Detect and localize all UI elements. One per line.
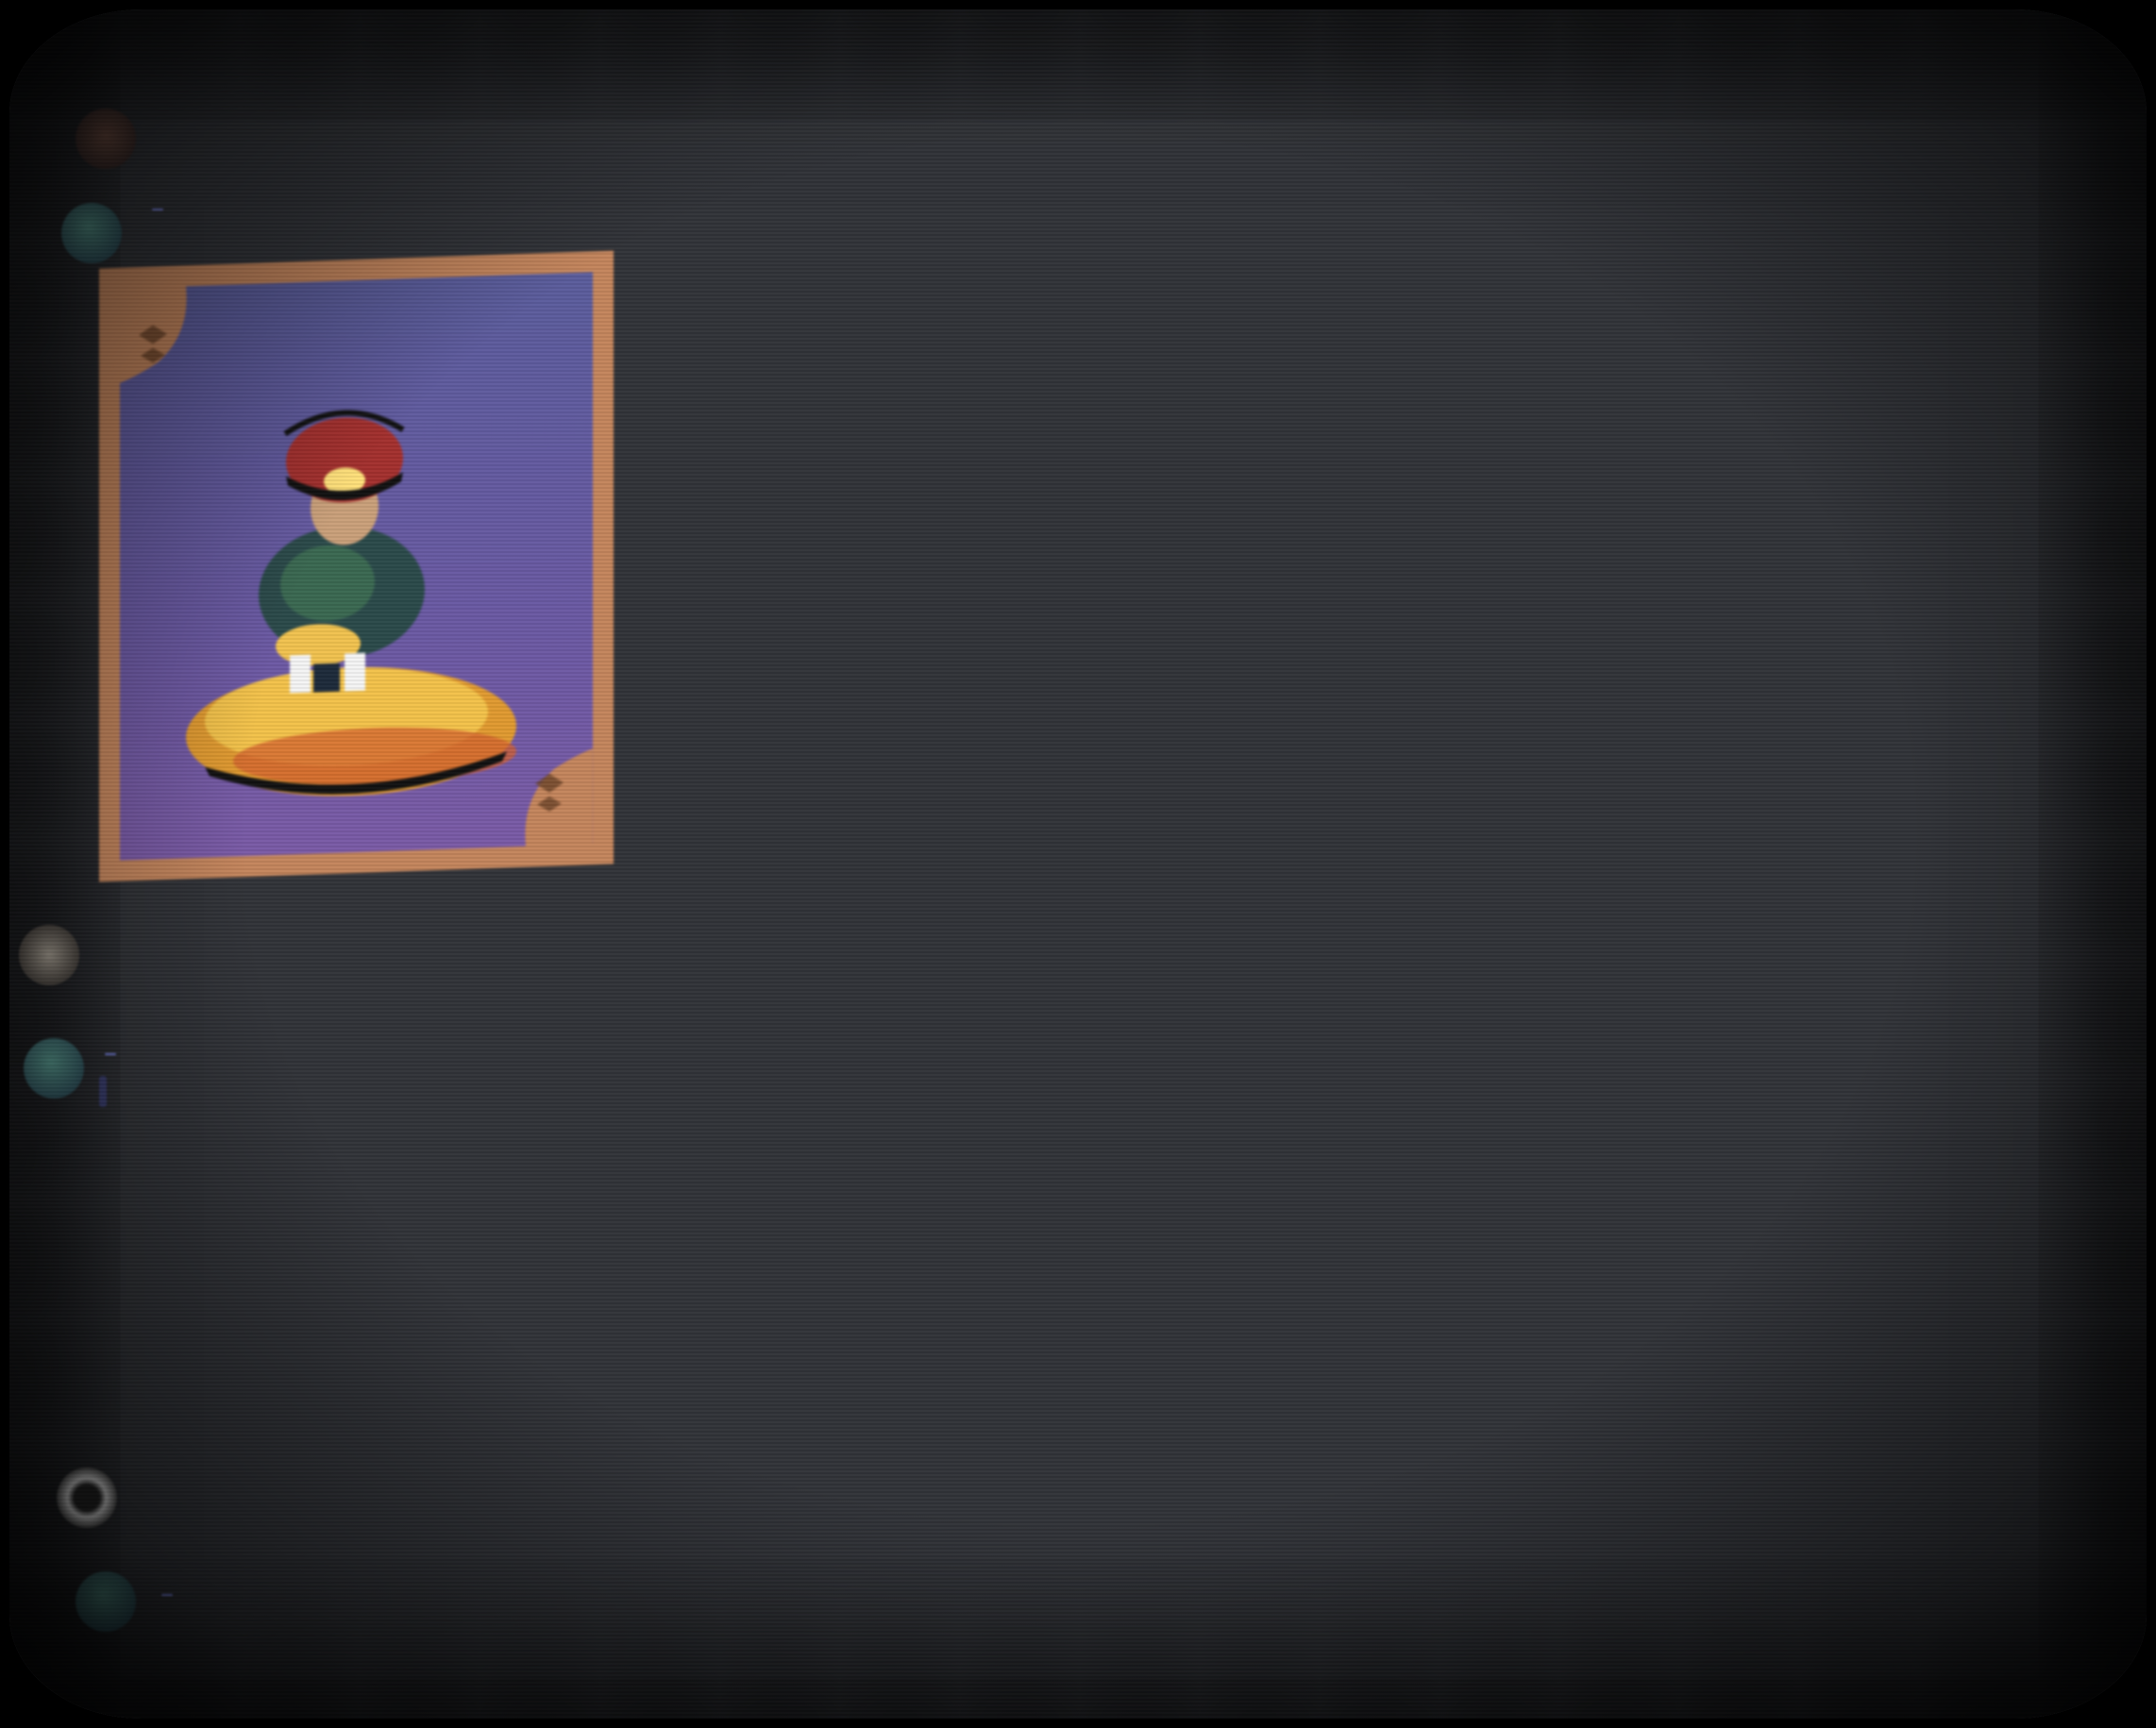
avatar[interactable] — [61, 203, 122, 263]
avatar[interactable] — [57, 1468, 117, 1528]
message-first-line — [99, 1076, 107, 1108]
message-header — [99, 1038, 127, 1069]
message-header — [137, 1469, 148, 1501]
avatar[interactable] — [24, 1038, 84, 1099]
message-header — [160, 104, 172, 135]
screen — [0, 0, 2156, 1728]
card-image-embed[interactable] — [99, 250, 614, 882]
avatar[interactable] — [76, 1571, 136, 1632]
chat-window — [9, 9, 2147, 1719]
message-header — [146, 193, 175, 225]
bot-tag — [161, 1593, 173, 1596]
bot-tag — [152, 208, 163, 210]
avatar[interactable] — [76, 109, 136, 169]
user-mention[interactable] — [99, 1076, 107, 1107]
message-header — [156, 1579, 184, 1610]
message-header — [94, 922, 106, 953]
card-artwork — [120, 272, 593, 861]
bot-tag — [105, 1052, 116, 1055]
ornament-bottom-right — [525, 748, 593, 847]
card-figure-illustration — [120, 286, 593, 847]
avatar[interactable] — [19, 925, 79, 985]
